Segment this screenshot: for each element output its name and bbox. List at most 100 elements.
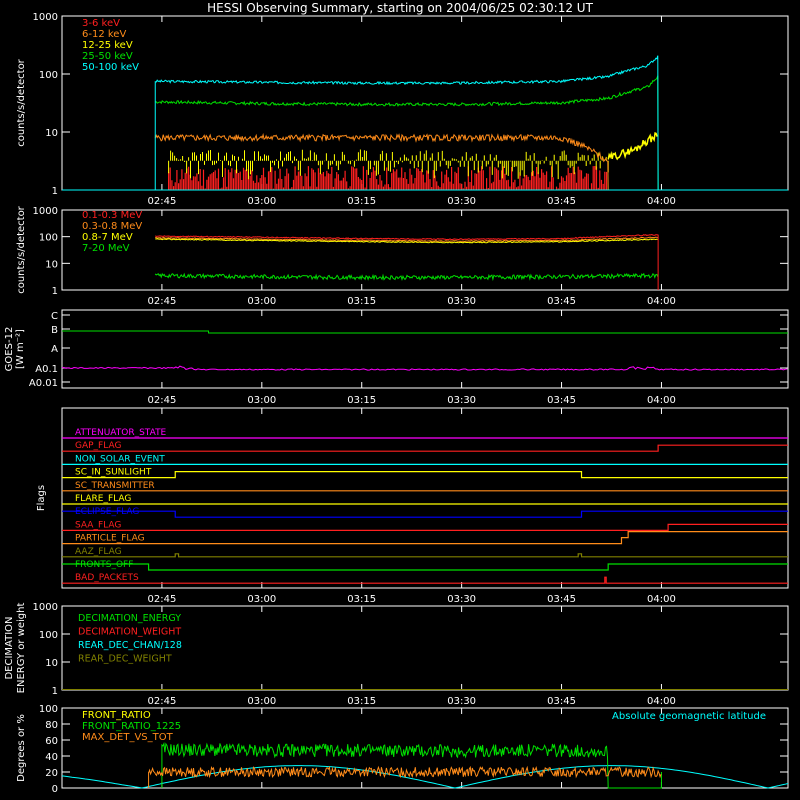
legend-max-det-vs-tot: MAX_DET_VS_TOT [82, 732, 174, 743]
p1-ytick-label: 100 [39, 70, 58, 81]
time-tick-label: 02:45 [147, 696, 176, 707]
flag-label-gap-flag: GAP_FLAG [75, 441, 121, 451]
p5-ylabel-2: ENERGY or weight [16, 603, 27, 694]
legend-0-1-0-3-mev: 0.1-0.3 MeV [82, 210, 142, 221]
p6-ytick-label: 60 [45, 736, 58, 747]
series-7-20-mev [154, 272, 659, 282]
legend-6-12-kev: 6-12 keV [82, 29, 126, 40]
p5-ylabel-1: DECIMATION [4, 616, 15, 679]
flag-label-aaz-flag: AAZ_FLAG [75, 547, 122, 557]
time-tick-label: 03:30 [447, 196, 476, 207]
flag-label-non-solar-event: NON_SOLAR_EVENT [75, 454, 165, 464]
p6-ytick-label: 40 [45, 752, 58, 763]
p5-ytick-label: 1 [52, 686, 58, 697]
goes-long-line [62, 330, 788, 334]
time-tick-label: 04:00 [647, 696, 676, 707]
legend-3-6-kev: 3-6 keV [82, 18, 120, 29]
time-tick-label: 03:00 [247, 395, 276, 406]
time-tick-label: 03:45 [547, 296, 576, 307]
time-tick-label: 03:45 [547, 196, 576, 207]
legend-front-ratio-1225: FRONT_RATIO_1225 [82, 721, 181, 732]
time-tick-label: 04:00 [647, 594, 676, 605]
panel-frame-4 [61, 407, 789, 589]
p2-ytick-label: 10 [45, 259, 58, 270]
legend-12-25-kev: 12-25 keV [82, 40, 133, 51]
p6-ytick-label: 80 [45, 720, 58, 731]
flag-line-fronts-off [62, 563, 788, 571]
flag-line-gap-flag [62, 444, 788, 452]
series-12-25-kev [168, 149, 609, 180]
p4-ylabel: Flags [36, 485, 47, 511]
p3-ylabel: GOES-12 [4, 327, 15, 372]
time-tick-label: 03:15 [347, 594, 376, 605]
p1-ylabel: counts/s/detector [16, 58, 27, 146]
time-tick-label: 03:15 [347, 196, 376, 207]
p2-ytick-label: 100 [39, 233, 58, 244]
p6-ylabel: Degrees or % [16, 714, 27, 782]
p1-ytick-label: 1000 [33, 12, 58, 23]
p3-ylabel-units: [W m⁻²] [15, 329, 26, 369]
time-tick-label: 03:30 [447, 696, 476, 707]
p6-ytick-label: 20 [45, 768, 58, 779]
series-3-6-kev [168, 166, 608, 190]
panel-frame-2 [61, 209, 789, 291]
time-tick-label: 03:15 [347, 395, 376, 406]
p2-ylabel: counts/s/detector [16, 205, 27, 293]
p2-ytick-label: 1 [52, 286, 58, 297]
flag-line-sc-in-sunlight [62, 471, 788, 479]
flag-label-bad-packets: BAD_PACKETS [75, 573, 139, 583]
flag-label-saa-flag: SAA_FLAG [75, 520, 121, 530]
flag-label-particle-flag: PARTICLE_FLAG [75, 534, 145, 544]
legend-decimation-energy: DECIMATION_ENERGY [78, 613, 181, 624]
flag-label-eclipse-flag: ECLIPSE_FLAG [75, 507, 139, 517]
flag-label-flare-flag: FLARE_FLAG [75, 494, 131, 504]
annotation-geomagnetic-latitude: Absolute geomagnetic latitude [612, 711, 766, 722]
panel-frame-3 [61, 309, 789, 389]
time-tick-label: 03:30 [447, 395, 476, 406]
time-tick-label: 03:45 [547, 395, 576, 406]
flag-label-fronts-off: FRONTS_OFF [75, 560, 133, 570]
flag-line-eclipse-flag [62, 510, 788, 518]
time-tick-label: 03:30 [447, 296, 476, 307]
geomagnetic-latitude-line [61, 765, 789, 789]
goes-short-line [61, 365, 788, 371]
flag-line-particle-flag [62, 531, 788, 545]
p3-ytick-label: C [51, 311, 58, 322]
legend-decimation-weight: DECIMATION_WEIGHT [78, 627, 181, 638]
time-tick-label: 03:00 [247, 696, 276, 707]
p3-ytick-label: A0.1 [35, 364, 58, 375]
time-tick-label: 04:00 [647, 196, 676, 207]
legend-front-ratio: FRONT_RATIO [82, 710, 151, 721]
series-50-100-kev [154, 55, 659, 191]
flag-line-aaz-flag [62, 553, 788, 558]
p5-ytick-label: 1000 [33, 602, 58, 613]
p5-ytick-label: 100 [39, 630, 58, 641]
time-tick-label: 04:00 [647, 395, 676, 406]
time-tick-label: 03:45 [547, 594, 576, 605]
time-tick-label: 03:15 [347, 696, 376, 707]
p6-ytick-label: 100 [39, 704, 58, 715]
time-tick-label: 03:00 [247, 196, 276, 207]
flag-label-sc-in-sunlight: SC_IN_SUNLIGHT [75, 468, 152, 478]
time-tick-label: 03:15 [347, 296, 376, 307]
time-tick-label: 02:45 [147, 395, 176, 406]
time-tick-label: 03:00 [247, 594, 276, 605]
series-front-ratio-1225 [161, 741, 662, 789]
flag-line-saa-flag [62, 523, 788, 531]
legend-25-50-kev: 25-50 keV [82, 51, 133, 62]
time-tick-label: 03:30 [447, 594, 476, 605]
flag-label-sc-transmitter: SC_TRANSMITTER [75, 481, 155, 491]
time-tick-label: 02:45 [147, 594, 176, 605]
hessi-summary-plot: 02:45 03:00 03:15 03:30 03:45 04:00 02:45 03:00… [4, 12, 789, 795]
flag-line-bad-packets [62, 576, 788, 584]
time-tick-label: 03:00 [247, 296, 276, 307]
p6-ytick-label: 0 [52, 784, 58, 795]
legend-0-8-7-mev: 0.8-7 MeV [82, 232, 133, 243]
legend-rear-dec-weight: REAR_DEC_WEIGHT [78, 654, 172, 665]
legend-0-3-0-8-mev: 0.3-0.8 MeV [82, 221, 142, 232]
legend-7-20-mev: 7-20 MeV [82, 243, 130, 254]
p1-ytick-label: 10 [45, 128, 58, 139]
legend-rear-dec-chan-128: REAR_DEC_CHAN/128 [78, 640, 182, 651]
p3-ytick-label: A0.01 [29, 378, 58, 389]
legend-50-100-kev: 50-100 keV [82, 62, 139, 73]
